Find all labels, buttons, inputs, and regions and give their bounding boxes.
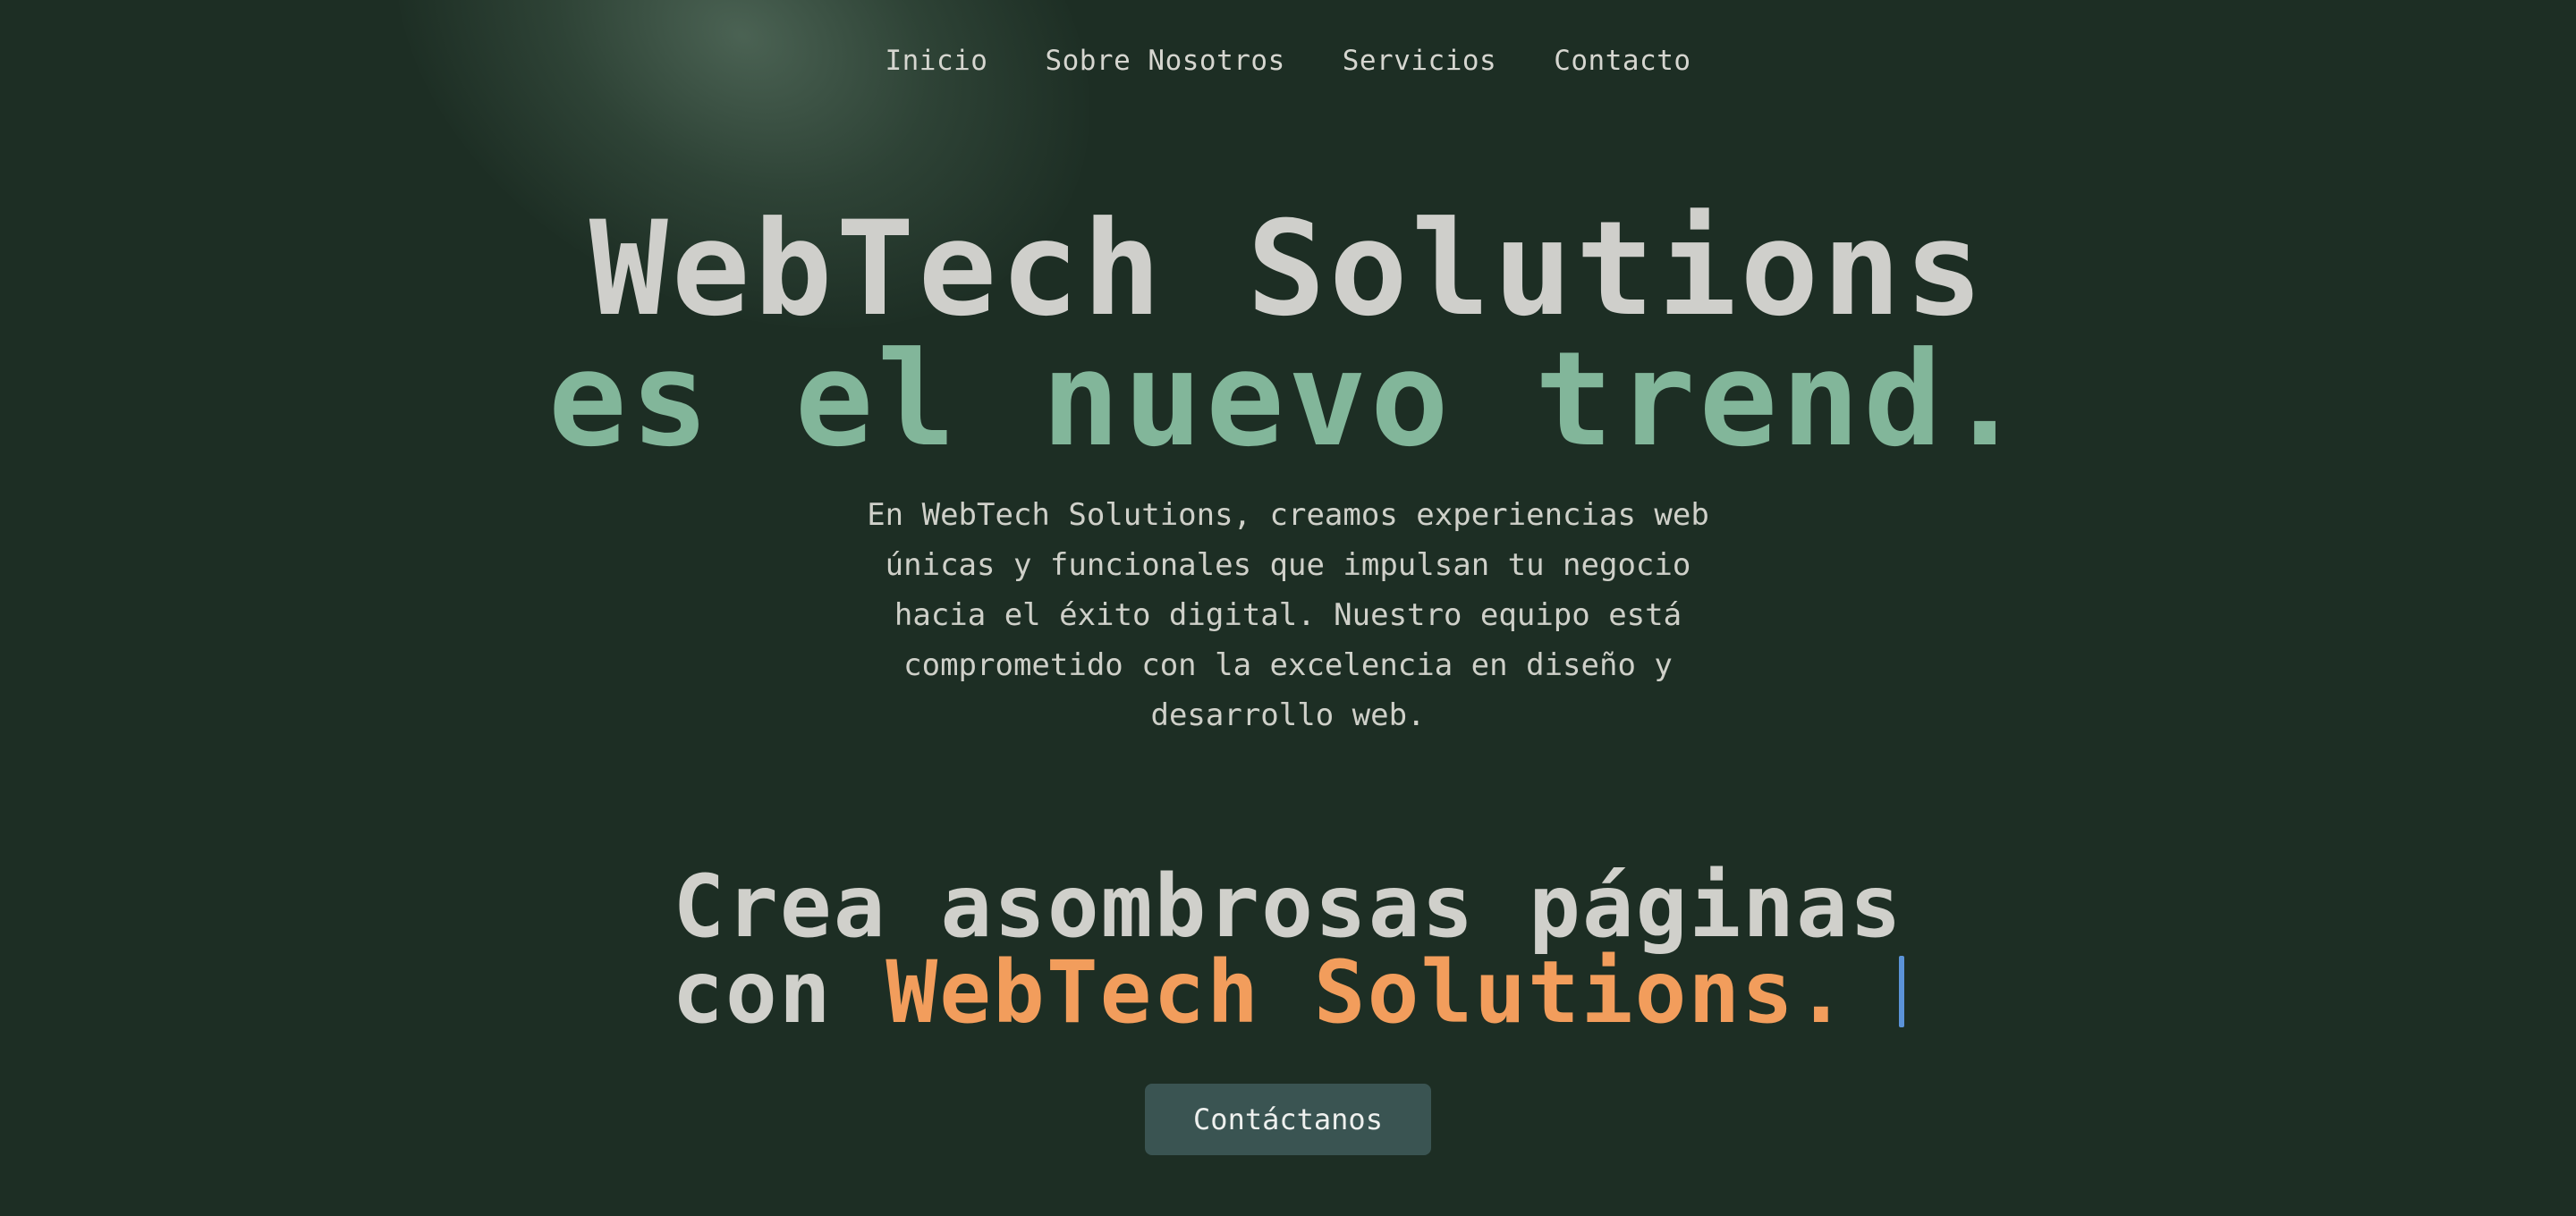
top-nav: Inicio Sobre Nosotros Servicios Contacto: [0, 45, 2576, 77]
tagline-brand: WebTech Solutions.: [886, 942, 1849, 1043]
tagline: Crea asombrosas páginas con WebTech Solu…: [0, 864, 2576, 1035]
hero-description: En WebTech Solutions, creamos experienci…: [823, 490, 1753, 740]
description-line: desarrollo web.: [1150, 697, 1426, 733]
tagline-prefix: con: [672, 942, 833, 1043]
nav-item-sobre-nosotros[interactable]: Sobre Nosotros: [1045, 45, 1284, 77]
description-line: comprometido con la excelencia en diseño…: [903, 647, 1673, 683]
hero-title-line1: WebTech Solutions: [589, 193, 1987, 345]
contact-button[interactable]: Contáctanos: [1145, 1084, 1431, 1155]
description-line: En WebTech Solutions, creamos experienci…: [867, 497, 1709, 533]
nav-item-servicios[interactable]: Servicios: [1343, 45, 1496, 77]
hero-title-line2: es el nuevo trend.: [547, 324, 2029, 476]
nav-item-contacto[interactable]: Contacto: [1554, 45, 1690, 77]
typing-cursor: [1898, 956, 1904, 1027]
nav-item-inicio[interactable]: Inicio: [885, 45, 987, 77]
description-line: únicas y funcionales que impulsan tu neg…: [885, 547, 1691, 583]
hero-title: WebTech Solutions es el nuevo trend.: [0, 204, 2576, 465]
description-line: hacia el éxito digital. Nuestro equipo e…: [894, 597, 1682, 633]
